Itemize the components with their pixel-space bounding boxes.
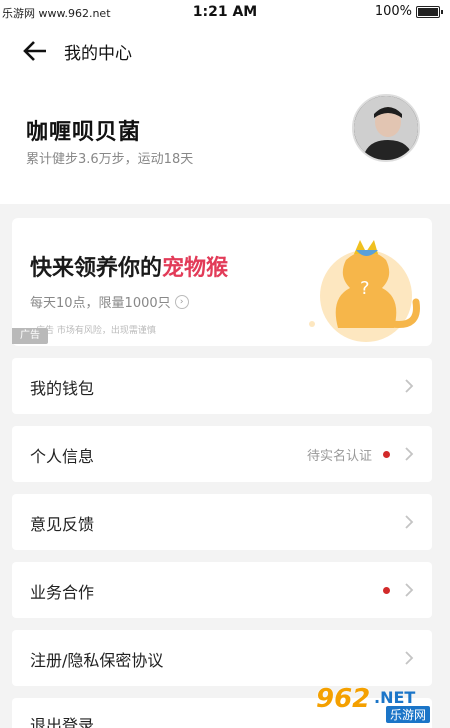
menu-item-feedback[interactable]: 意见反馈 — [12, 494, 432, 550]
menu-label: 意见反馈 — [30, 515, 95, 534]
chevron-right-icon — [405, 379, 414, 393]
battery-percent: 100% — [374, 4, 412, 19]
profile-header: 我的中心 咖喱呗贝菌 累计健步3.6万步，运动18天 — [0, 24, 450, 204]
pet-monkey-illustration-icon: ? — [309, 240, 420, 342]
ad-subtitle-row: 每天10点，限量1000只 › — [30, 292, 189, 311]
watermark-net: .NET — [374, 688, 416, 707]
watermark-logo: 962 .NET 乐游网 — [316, 684, 446, 724]
ad-title-prefix: 快来领养你的 — [30, 256, 163, 281]
ad-title: 快来领养你的宠物猴 — [30, 250, 228, 282]
menu-label: 退出登录 — [30, 716, 95, 728]
page-title: 我的中心 — [64, 44, 132, 64]
notification-dot — [383, 451, 390, 458]
chevron-right-icon — [405, 447, 414, 461]
avatar-image — [354, 96, 418, 160]
status-right: 100% — [374, 4, 443, 19]
back-arrow-icon[interactable] — [22, 40, 48, 62]
ad-badge: 广告 — [12, 328, 48, 344]
notification-dot — [383, 587, 390, 594]
user-name: 咖喱呗贝菌 — [26, 120, 142, 145]
menu-item-business[interactable]: 业务合作 — [12, 562, 432, 618]
avatar[interactable] — [352, 94, 420, 162]
menu-item-personal-info[interactable]: 个人信息 待实名认证 — [12, 426, 432, 482]
menu-item-wallet[interactable]: 我的钱包 — [12, 358, 432, 414]
menu-item-privacy[interactable]: 注册/隐私保密协议 — [12, 630, 432, 686]
chevron-right-icon — [405, 651, 414, 665]
status-bar: 乐游网 www.962.net 1:21 AM 100% — [0, 0, 450, 24]
menu-label: 业务合作 — [30, 583, 95, 602]
svg-text:?: ? — [360, 278, 370, 299]
menu-label: 个人信息 — [30, 447, 95, 466]
chevron-right-icon — [405, 515, 414, 529]
menu-label: 注册/隐私保密协议 — [30, 651, 164, 670]
ad-title-highlight: 宠物猴 — [162, 256, 229, 281]
menu-label: 我的钱包 — [30, 379, 95, 398]
ad-banner[interactable]: 快来领养你的宠物猴 每天10点，限量1000只 › 广告 市场有风险，出现需谨慎… — [12, 218, 432, 346]
verification-status: 待实名认证 — [306, 449, 372, 464]
chevron-right-icon — [405, 583, 414, 597]
watermark-cn: 乐游网 — [386, 706, 431, 723]
user-stats: 累计健步3.6万步，运动18天 — [26, 152, 194, 167]
ad-subtitle: 每天10点，限量1000只 — [30, 296, 171, 311]
battery-icon — [416, 5, 443, 18]
ad-fine-print: 广告 市场有风险，出现需谨慎 — [36, 326, 156, 336]
watermark-number: 962 — [316, 684, 371, 714]
chevron-circle-icon: › — [174, 294, 189, 309]
